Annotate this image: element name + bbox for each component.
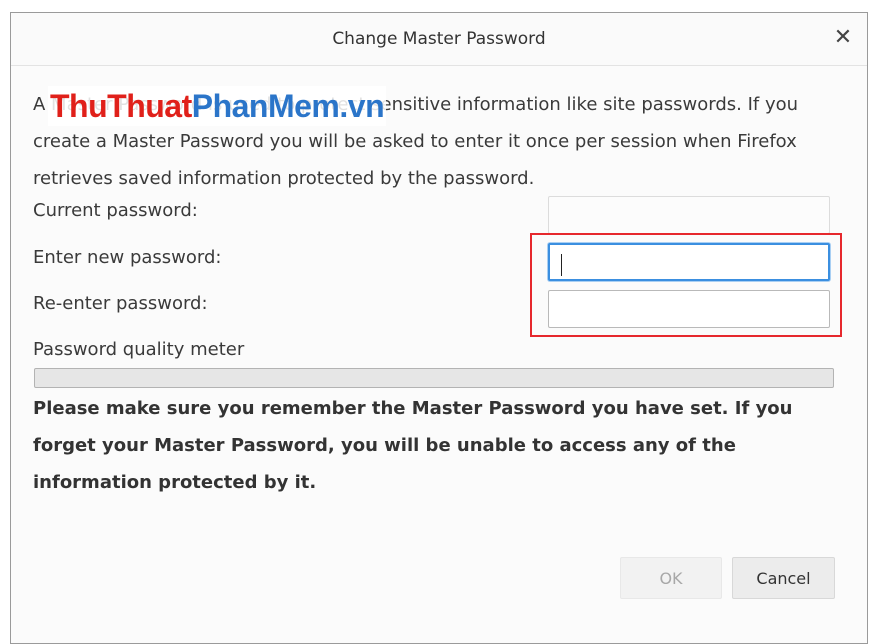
dialog-title: Change Master Password <box>332 29 546 49</box>
cancel-button[interactable]: Cancel <box>732 557 835 599</box>
reenter-password-label: Re-enter password: <box>33 293 208 314</box>
watermark-part-2: PhanMem <box>191 88 340 124</box>
new-password-field[interactable] <box>548 243 830 281</box>
watermark-logo: ThuThuatPhanMem.vn <box>48 86 387 126</box>
close-icon[interactable]: ✕ <box>829 24 857 52</box>
quality-meter-label: Password quality meter <box>33 339 245 360</box>
ok-button[interactable]: OK <box>620 557 722 599</box>
password-quality-meter <box>34 368 834 388</box>
reenter-password-field[interactable] <box>548 290 830 328</box>
watermark-part-3: .vn <box>339 88 385 124</box>
text-caret <box>561 254 562 276</box>
watermark-part-1: ThuThuat <box>50 88 192 124</box>
new-password-label: Enter new password: <box>33 247 222 268</box>
dialog-titlebar: Change Master Password ✕ <box>11 13 867 66</box>
current-password-field[interactable] <box>548 196 830 234</box>
current-password-label: Current password: <box>33 200 198 221</box>
warning-text: Please make sure you remember the Master… <box>33 398 793 493</box>
